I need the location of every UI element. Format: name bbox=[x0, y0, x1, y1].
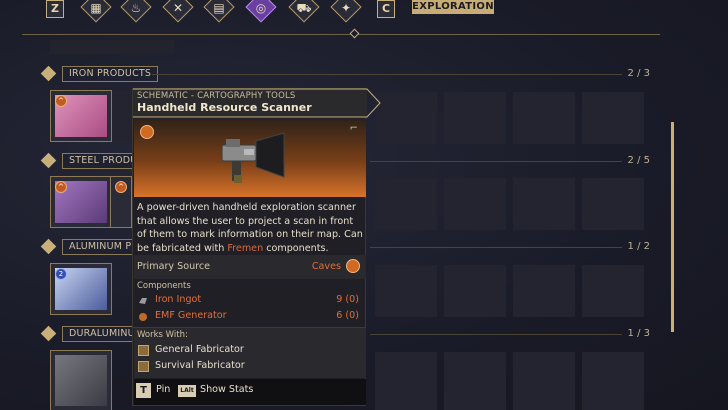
component-name: Iron Ingot bbox=[155, 294, 202, 305]
flame-icon: ♨ bbox=[130, 1, 142, 15]
category-divider bbox=[152, 74, 622, 75]
category-count: 2 / 3 bbox=[627, 68, 650, 79]
cave-source-icon: ^ bbox=[55, 95, 67, 107]
works-with-heading: Works With: bbox=[137, 330, 188, 340]
primary-source-value: Caves bbox=[311, 261, 341, 272]
item-slot[interactable] bbox=[582, 92, 644, 144]
item-slot[interactable] bbox=[375, 265, 437, 317]
scanner-icon bbox=[221, 132, 285, 183]
category-count: 2 / 5 bbox=[627, 155, 650, 166]
item-slot-steel-2[interactable]: ^ bbox=[110, 176, 132, 228]
mode-label: EXPLORATION bbox=[412, 0, 494, 14]
fabricator-name: Survival Fabricator bbox=[155, 360, 245, 371]
next-tab-key[interactable]: C bbox=[377, 0, 395, 18]
bookmark-icon: ⌐ bbox=[349, 123, 358, 134]
item-slot[interactable] bbox=[375, 92, 437, 144]
vehicle-icon: ⛟ bbox=[296, 1, 312, 15]
item-slot-aluminum-1[interactable]: 2 bbox=[50, 263, 112, 315]
item-slot[interactable] bbox=[582, 265, 644, 317]
top-divider bbox=[22, 34, 660, 35]
star-icon: ✦ bbox=[340, 1, 352, 15]
category-label: DURALUMINU bbox=[62, 326, 142, 342]
show-stats-key[interactable]: LAlt bbox=[178, 385, 196, 397]
generator-icon bbox=[139, 313, 147, 321]
bricks-icon: ▤ bbox=[213, 1, 225, 15]
works-with-row: General Fabricator bbox=[133, 344, 365, 358]
primary-source-label: Primary Source bbox=[137, 261, 211, 272]
item-thumbnail bbox=[55, 355, 107, 406]
fabricator-icon bbox=[138, 361, 149, 372]
item-slot[interactable] bbox=[582, 352, 644, 410]
item-slot[interactable] bbox=[112, 90, 132, 142]
cave-source-icon bbox=[140, 125, 154, 139]
item-slot[interactable] bbox=[513, 178, 575, 230]
works-with-row: Survival Fabricator bbox=[133, 360, 365, 374]
item-slot-steel-1[interactable]: ^ bbox=[50, 176, 112, 228]
tooltip-footer: T Pin LAlt Show Stats bbox=[134, 379, 366, 405]
source-badge-icon: 2 bbox=[55, 268, 67, 280]
category-label: ALUMINUM PI bbox=[62, 239, 142, 255]
component-qty: 6 (0) bbox=[336, 310, 359, 321]
item-slot[interactable] bbox=[112, 40, 174, 54]
item-slot[interactable] bbox=[444, 265, 506, 317]
item-slot[interactable] bbox=[444, 92, 506, 144]
category-label: IRON PRODUCTS bbox=[62, 66, 159, 82]
component-row: EMF Generator 6 (0) bbox=[133, 310, 365, 324]
item-title: Handheld Resource Scanner bbox=[137, 101, 312, 114]
category-divider bbox=[370, 334, 622, 335]
compass-icon: ◎ bbox=[255, 1, 267, 15]
cave-source-icon: ^ bbox=[115, 181, 127, 193]
item-slot[interactable] bbox=[513, 352, 575, 410]
cave-source-icon: ^ bbox=[55, 181, 67, 193]
show-stats-label[interactable]: Show Stats bbox=[200, 384, 253, 395]
category-divider bbox=[370, 247, 622, 248]
components-heading: Components bbox=[137, 281, 191, 291]
category-count: 1 / 3 bbox=[627, 328, 650, 339]
scrollbar[interactable] bbox=[671, 122, 674, 332]
item-slot[interactable] bbox=[444, 352, 506, 410]
fabricator-name: General Fabricator bbox=[155, 344, 244, 355]
item-slot[interactable] bbox=[444, 178, 506, 230]
item-slot[interactable] bbox=[50, 40, 112, 54]
tooltip-header-arrow bbox=[353, 89, 367, 117]
crossed-tools-icon: ✕ bbox=[172, 1, 184, 15]
item-preview: ⌐ bbox=[134, 119, 366, 197]
fabricator-icon bbox=[138, 345, 149, 356]
component-name: EMF Generator bbox=[155, 310, 227, 321]
item-description: A power-driven handheld exploration scan… bbox=[137, 201, 365, 255]
item-slot-duraluminum-1[interactable] bbox=[50, 350, 112, 410]
item-slot-iron-1[interactable]: ^ bbox=[50, 90, 112, 142]
category-divider bbox=[370, 161, 622, 162]
item-slot[interactable] bbox=[582, 178, 644, 230]
item-slot[interactable] bbox=[513, 265, 575, 317]
tooltip-header: SCHEMATIC - CARTOGRAPHY TOOLS Handheld R… bbox=[133, 89, 367, 117]
cave-icon bbox=[346, 259, 360, 273]
item-tooltip: SCHEMATIC - CARTOGRAPHY TOOLS Handheld R… bbox=[132, 88, 381, 406]
pin-label[interactable]: Pin bbox=[156, 384, 170, 395]
item-slot[interactable] bbox=[375, 178, 437, 230]
description-highlight: Fremen bbox=[227, 242, 264, 254]
ingot-icon bbox=[139, 298, 147, 304]
top-tab-bar: Z ▦ ♨ ✕ ▤ ◎ ⛟ ✦ C EXPLORATION bbox=[0, 0, 728, 24]
item-slot[interactable] bbox=[375, 352, 437, 410]
component-qty: 9 (0) bbox=[336, 294, 359, 305]
category-count: 1 / 2 bbox=[627, 241, 650, 252]
schematic-category: SCHEMATIC - CARTOGRAPHY TOOLS bbox=[137, 91, 296, 101]
item-slot[interactable] bbox=[513, 92, 575, 144]
prev-tab-key[interactable]: Z bbox=[46, 0, 64, 18]
component-row: Iron Ingot 9 (0) bbox=[133, 294, 365, 308]
description-text-end: components. bbox=[263, 242, 329, 254]
pin-key[interactable]: T bbox=[136, 383, 151, 398]
grid-icon: ▦ bbox=[90, 1, 102, 15]
